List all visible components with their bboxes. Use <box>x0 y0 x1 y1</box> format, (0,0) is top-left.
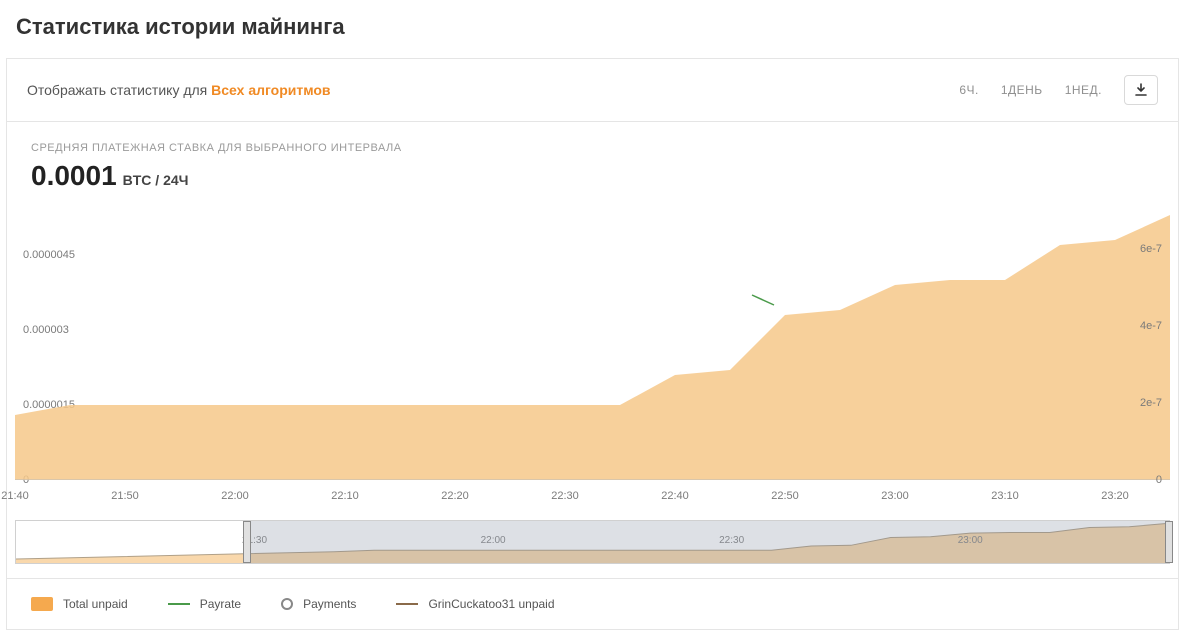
y-right-tick: 4e-7 <box>1140 320 1162 332</box>
x-tick: 23:10 <box>991 490 1019 502</box>
x-tick: 23:00 <box>881 490 909 502</box>
page-title: Статистика истории майнинга <box>0 0 1185 58</box>
avg-value-row: 0.0001 BTC / 24Ч <box>31 160 1154 192</box>
x-tick: 22:30 <box>551 490 579 502</box>
algorithm-filter[interactable]: Отображать статистику для Всех алгоритмо… <box>27 82 331 98</box>
swatch-line-icon <box>396 603 418 605</box>
y-axis-right: 02e-74e-76e-7 <box>1120 210 1170 480</box>
avg-unit: BTC / 24Ч <box>123 172 189 188</box>
avg-value: 0.0001 <box>31 160 117 191</box>
swatch-circle-icon <box>281 598 293 610</box>
legend-label: Payments <box>303 597 356 611</box>
mini-handle-left[interactable] <box>243 521 251 563</box>
legend-label: Total unpaid <box>63 597 128 611</box>
x-tick: 22:50 <box>771 490 799 502</box>
x-tick: 22:00 <box>221 490 249 502</box>
range-1day[interactable]: 1ДЕНЬ <box>1001 83 1043 97</box>
y-right-tick: 2e-7 <box>1140 397 1162 409</box>
x-tick: 22:40 <box>661 490 689 502</box>
legend: Total unpaid Payrate Payments GrinCuckat… <box>7 578 1178 629</box>
stats-panel: Отображать статистику для Всех алгоритмо… <box>6 58 1179 630</box>
x-tick: 22:10 <box>331 490 359 502</box>
mini-selection[interactable] <box>247 521 1169 563</box>
main-chart[interactable]: 00.00000150.0000030.0000045 02e-74e-76e-… <box>15 210 1170 510</box>
x-axis: 21:4021:5022:0022:1022:2022:3022:4022:50… <box>15 486 1170 510</box>
filter-algorithms-link[interactable]: Всех алгоритмов <box>211 82 330 98</box>
mini-chart[interactable]: 21:3022:0022:3023:00 <box>15 520 1170 564</box>
legend-label: Payrate <box>200 597 241 611</box>
legend-payrate[interactable]: Payrate <box>168 597 241 611</box>
legend-total-unpaid[interactable]: Total unpaid <box>31 597 128 611</box>
y-right-tick: 6e-7 <box>1140 243 1162 255</box>
mini-handle-right[interactable] <box>1165 521 1173 563</box>
download-icon <box>1134 83 1148 97</box>
filter-prefix: Отображать статистику для <box>27 82 211 98</box>
x-tick: 23:20 <box>1101 490 1129 502</box>
swatch-line-icon <box>168 603 190 605</box>
range-6h[interactable]: 6Ч. <box>959 83 979 97</box>
y-right-tick: 0 <box>1156 474 1162 486</box>
range-1week[interactable]: 1НЕД. <box>1065 83 1102 97</box>
avg-payrate-block: СРЕДНЯЯ ПЛАТЕЖНАЯ СТАВКА ДЛЯ ВЫБРАННОГО … <box>7 122 1178 192</box>
plot-area[interactable] <box>15 210 1170 480</box>
controls-bar: Отображать статистику для Всех алгоритмо… <box>7 59 1178 122</box>
swatch-area-icon <box>31 597 53 611</box>
range-controls: 6Ч. 1ДЕНЬ 1НЕД. <box>959 75 1158 105</box>
legend-grin-unpaid[interactable]: GrinCuckatoo31 unpaid <box>396 597 554 611</box>
download-button[interactable] <box>1124 75 1158 105</box>
legend-payments[interactable]: Payments <box>281 597 356 611</box>
avg-label: СРЕДНЯЯ ПЛАТЕЖНАЯ СТАВКА ДЛЯ ВЫБРАННОГО … <box>31 142 1154 154</box>
x-tick: 21:50 <box>111 490 139 502</box>
legend-label: GrinCuckatoo31 unpaid <box>428 597 554 611</box>
x-tick: 21:40 <box>1 490 29 502</box>
x-tick: 22:20 <box>441 490 469 502</box>
